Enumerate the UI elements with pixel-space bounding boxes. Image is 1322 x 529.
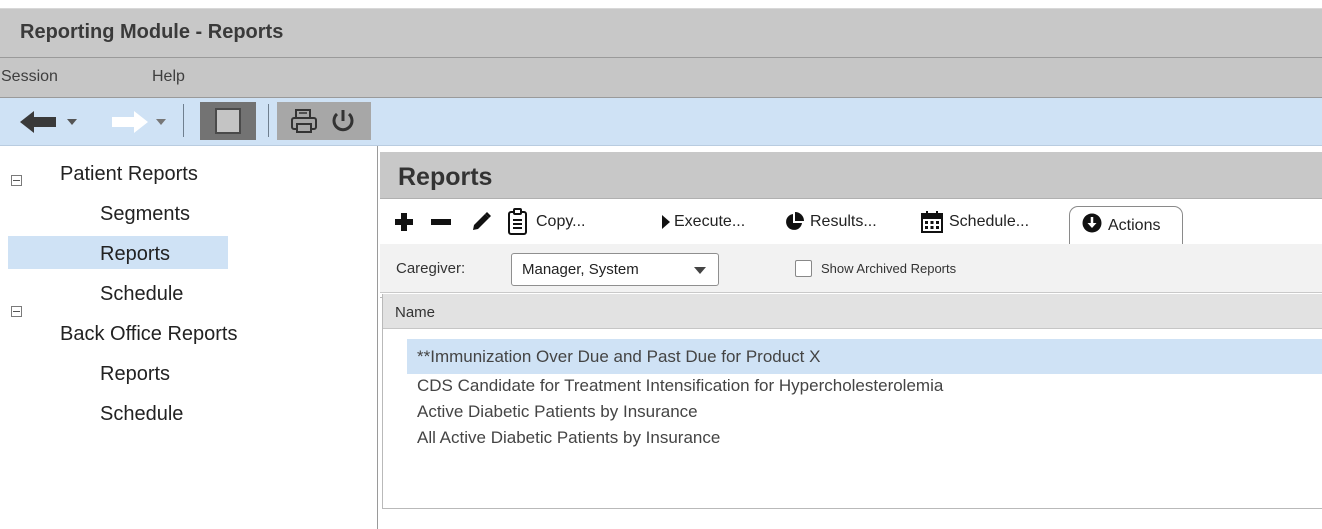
stop-square-icon[interactable] xyxy=(200,102,256,140)
menu-bar: Session Help xyxy=(0,58,1322,98)
show-archived-checkbox[interactable] xyxy=(795,260,812,277)
main-toolbar xyxy=(0,98,1322,146)
title-bar: Reporting Module - Reports xyxy=(0,8,1322,58)
table-row[interactable]: **Immunization Over Due and Past Due for… xyxy=(407,339,1322,374)
forward-dropdown-chevron-down-icon[interactable] xyxy=(155,117,167,127)
menu-help[interactable]: Help xyxy=(152,68,185,86)
minus-icon xyxy=(430,212,452,232)
table-row[interactable]: CDS Candidate for Treatment Intensificat… xyxy=(407,374,1322,400)
tree-item-back-office-reports[interactable]: Reports xyxy=(100,363,170,386)
table-row[interactable]: Active Diabetic Patients by Insurance xyxy=(407,400,1322,426)
filter-bar: Caregiver: Manager, System Show Archived… xyxy=(380,244,1322,293)
plus-icon xyxy=(394,212,414,232)
collapse-back-office-reports-icon[interactable] xyxy=(11,306,22,317)
tree-group-back-office-reports[interactable]: Back Office Reports xyxy=(60,323,237,346)
add-button[interactable] xyxy=(394,204,420,240)
remove-button[interactable] xyxy=(430,204,458,240)
tree-item-back-office-schedule[interactable]: Schedule xyxy=(100,403,183,426)
table-row[interactable]: All Active Diabetic Patients by Insuranc… xyxy=(407,426,1322,452)
caregiver-value: Manager, System xyxy=(522,261,639,278)
pie-chart-icon xyxy=(784,212,804,232)
column-header-name[interactable]: Name xyxy=(395,304,435,321)
toolbar-button-group xyxy=(277,102,371,140)
reports-action-bar: Copy... Execute... Results... Schedule..… xyxy=(380,200,1322,298)
execute-label: Execute... xyxy=(674,213,746,230)
printer-icon[interactable] xyxy=(289,108,319,134)
results-button[interactable]: Results... xyxy=(784,204,877,240)
tree-item-patient-reports-schedule[interactable]: Schedule xyxy=(100,283,183,306)
download-circle-icon xyxy=(1082,213,1102,238)
reports-table: Name **Immunization Over Due and Past Du… xyxy=(382,294,1322,509)
back-arrow-icon[interactable] xyxy=(20,111,58,133)
forward-arrow-icon[interactable] xyxy=(110,111,148,133)
window-title: Reporting Module - Reports xyxy=(20,21,284,43)
play-triangle-icon xyxy=(662,215,670,229)
schedule-label: Schedule... xyxy=(949,213,1030,230)
caregiver-dropdown[interactable]: Manager, System xyxy=(511,253,719,286)
chevron-down-icon xyxy=(694,267,706,274)
tree-group-patient-reports[interactable]: Patient Reports xyxy=(60,163,198,186)
copy-document-icon xyxy=(506,208,530,236)
show-archived-label[interactable]: Show Archived Reports xyxy=(821,261,956,276)
copy-button[interactable]: Copy... xyxy=(506,204,586,240)
back-dropdown-chevron-down-icon[interactable] xyxy=(66,117,78,127)
power-icon[interactable] xyxy=(329,108,357,134)
tree-item-patient-reports-reports[interactable]: Reports xyxy=(100,243,170,266)
collapse-patient-reports-icon[interactable] xyxy=(11,175,22,186)
reports-panel: Reports Copy... Execute... Results... Sc… xyxy=(380,146,1322,529)
execute-button[interactable]: Execute... xyxy=(662,204,745,240)
caregiver-label: Caregiver: xyxy=(396,260,466,277)
toolbar-separator xyxy=(183,104,184,137)
toolbar-separator xyxy=(268,104,269,137)
page-title: Reports xyxy=(398,163,493,191)
actions-tab[interactable]: Actions xyxy=(1069,206,1183,244)
edit-button[interactable] xyxy=(470,204,498,240)
copy-label: Copy... xyxy=(536,213,586,230)
reports-header: Reports xyxy=(380,152,1322,199)
actions-label: Actions xyxy=(1108,216,1161,234)
pencil-icon xyxy=(470,211,492,233)
table-header: Name xyxy=(383,294,1322,329)
calendar-icon xyxy=(921,211,943,233)
schedule-button[interactable]: Schedule... xyxy=(921,204,1029,240)
navigation-tree: Patient Reports Segments Reports Schedul… xyxy=(0,146,378,529)
tree-item-segments[interactable]: Segments xyxy=(100,203,190,226)
results-label: Results... xyxy=(810,213,877,230)
menu-session[interactable]: Session xyxy=(1,68,58,86)
